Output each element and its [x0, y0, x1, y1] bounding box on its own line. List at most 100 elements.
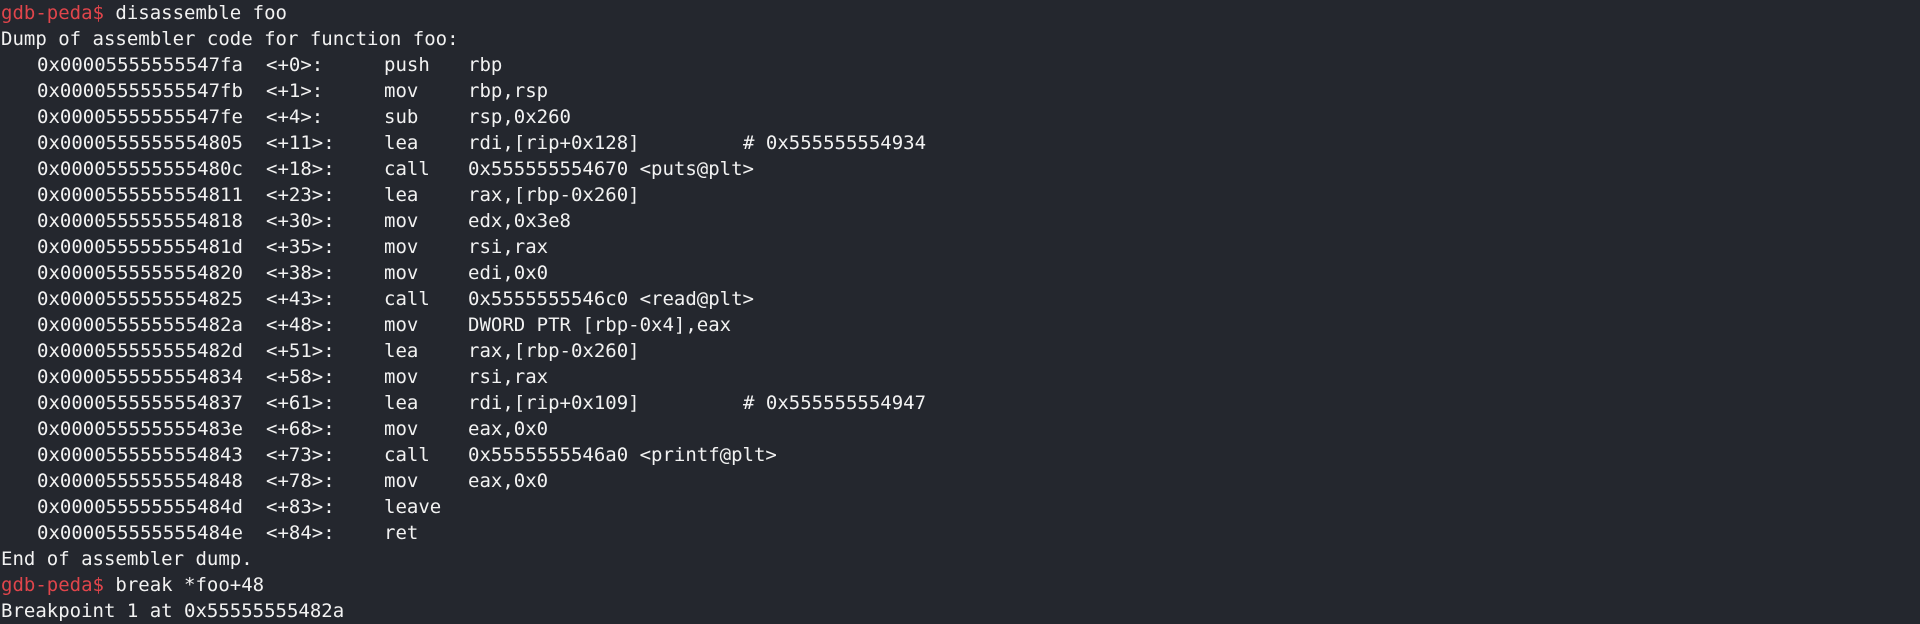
terminal-window[interactable]: gdb-peda$ disassemble foo Dump of assemb…	[0, 0, 1920, 624]
asm-instruction-row: 0x000055555555481d <+35>: mov rsi,rax	[0, 234, 1920, 260]
instruction-address: 0x0000555555554820	[37, 262, 243, 284]
asm-instruction-row: 0x00005555555547fa <+0>: push rbp	[0, 52, 1920, 78]
asm-instruction-row: 0x000055555555482d <+51>: lea rax,[rbp-0x26…	[0, 338, 1920, 364]
instruction-address: 0x000055555555484e	[37, 522, 243, 544]
prompt-line: gdb-peda$ disassemble foo	[0, 0, 1920, 26]
instruction-offset: <+84>:	[266, 522, 335, 544]
asm-instruction-row: 0x0000555555554825 <+43>: call 0x5555555546…	[0, 286, 1920, 312]
instruction-address: 0x0000555555554811	[37, 184, 243, 206]
asm-instruction-row: 0x0000555555554818 <+30>: mov edx,0x3e8	[0, 208, 1920, 234]
instruction-offset: <+18>:	[266, 158, 335, 180]
instruction-mnemonic: mov	[384, 210, 419, 232]
instruction-operands: 0x5555555546a0 <printf@plt>	[468, 444, 777, 466]
command-text: break *foo+48	[115, 574, 265, 596]
instruction-mnemonic: mov	[384, 470, 419, 492]
instruction-address: 0x0000555555554848	[37, 470, 243, 492]
instruction-offset: <+0>:	[266, 54, 324, 76]
asm-instruction-row: 0x000055555555482a <+48>: mov DWORD PTR [rb…	[0, 312, 1920, 338]
instruction-operands: eax,0x0	[468, 470, 549, 492]
instruction-address: 0x000055555555480c	[37, 158, 243, 180]
command-text: disassemble foo	[115, 2, 287, 24]
instruction-offset: <+23>:	[266, 184, 335, 206]
instruction-mnemonic: lea	[384, 340, 419, 362]
instruction-address: 0x000055555555481d	[37, 236, 243, 258]
instruction-address: 0x000055555555482d	[37, 340, 243, 362]
instruction-operands: rbp	[468, 54, 503, 76]
instruction-offset: <+30>:	[266, 210, 335, 232]
instruction-operands: rsi,rax	[468, 366, 549, 388]
instruction-offset: <+68>:	[266, 418, 335, 440]
instruction-operands: 0x555555554670 <puts@plt>	[468, 158, 754, 180]
instruction-operands: rdi,[rip+0x128]	[468, 132, 640, 154]
asm-instruction-row: 0x0000555555554843 <+73>: call 0x5555555546…	[0, 442, 1920, 468]
asm-instruction-row: 0x0000555555554837 <+61>: lea rdi,[rip+0x10…	[0, 390, 1920, 416]
asm-instruction-row: 0x0000555555554805 <+11>: lea rdi,[rip+0x12…	[0, 130, 1920, 156]
instruction-mnemonic: call	[384, 444, 430, 466]
instruction-mnemonic: sub	[384, 106, 419, 128]
instruction-offset: <+1>:	[266, 80, 324, 102]
instruction-address: 0x00005555555547fe	[37, 106, 243, 128]
instruction-mnemonic: leave	[384, 496, 442, 518]
instruction-mnemonic: call	[384, 288, 430, 310]
instruction-operands: edx,0x3e8	[468, 210, 571, 232]
instruction-offset: <+35>:	[266, 236, 335, 258]
instruction-offset: <+61>:	[266, 392, 335, 414]
instruction-operands: rdi,[rip+0x109]	[468, 392, 640, 414]
instruction-address: 0x000055555555482a	[37, 314, 243, 336]
instruction-offset: <+38>:	[266, 262, 335, 284]
instruction-mnemonic: mov	[384, 80, 419, 102]
instruction-operands: rbp,rsp	[468, 80, 549, 102]
dump-footer: End of assembler dump.	[1, 548, 253, 570]
instruction-address: 0x000055555555484d	[37, 496, 243, 518]
instruction-operands: edi,0x0	[468, 262, 549, 284]
instruction-operands: rsi,rax	[468, 236, 549, 258]
instruction-operands: 0x5555555546c0 <read@plt>	[468, 288, 754, 310]
instruction-address: 0x0000555555554834	[37, 366, 243, 388]
instruction-mnemonic: ret	[384, 522, 419, 544]
asm-instruction-row: 0x000055555555483e <+68>: mov eax,0x0	[0, 416, 1920, 442]
instruction-mnemonic: lea	[384, 392, 419, 414]
instruction-address: 0x0000555555554825	[37, 288, 243, 310]
instruction-address: 0x00005555555547fa	[37, 54, 243, 76]
instruction-address: 0x0000555555554843	[37, 444, 243, 466]
gdb-prompt: gdb-peda$	[1, 2, 104, 24]
instruction-mnemonic: lea	[384, 184, 419, 206]
prompt-line: gdb-peda$ break *foo+48	[0, 572, 1920, 598]
instruction-address: 0x0000555555554837	[37, 392, 243, 414]
asm-instruction-row: 0x0000555555554811 <+23>: lea rax,[rbp-0x26…	[0, 182, 1920, 208]
instruction-address: 0x0000555555554818	[37, 210, 243, 232]
asm-instruction-row: 0x0000555555554820 <+38>: mov edi,0x0	[0, 260, 1920, 286]
instruction-mnemonic: mov	[384, 366, 419, 388]
instruction-mnemonic: mov	[384, 314, 419, 336]
asm-instruction-row: 0x00005555555547fe <+4>: sub rsp,0x260	[0, 104, 1920, 130]
instruction-mnemonic: call	[384, 158, 430, 180]
asm-instruction-row: 0x0000555555554848 <+78>: mov eax,0x0	[0, 468, 1920, 494]
instruction-mnemonic: mov	[384, 262, 419, 284]
gdb-prompt: gdb-peda$	[1, 574, 104, 596]
disassembly-listing: 0x00005555555547fa <+0>: push rbp 0x00005555…	[0, 52, 1920, 546]
dump-header: Dump of assembler code for function foo:	[1, 28, 459, 50]
instruction-address: 0x0000555555554805	[37, 132, 243, 154]
instruction-address: 0x00005555555547fb	[37, 80, 243, 102]
instruction-mnemonic: mov	[384, 236, 419, 258]
asm-instruction-row: 0x0000555555554834 <+58>: mov rsi,rax	[0, 364, 1920, 390]
instruction-comment: # 0x555555554934	[743, 132, 927, 154]
instruction-address: 0x000055555555483e	[37, 418, 243, 440]
instruction-operands: rax,[rbp-0x260]	[468, 184, 640, 206]
instruction-offset: <+51>:	[266, 340, 335, 362]
asm-instruction-row: 0x00005555555547fb <+1>: mov rbp,rsp	[0, 78, 1920, 104]
asm-instruction-row: 0x000055555555484e <+84>: ret	[0, 520, 1920, 546]
instruction-operands: rsp,0x260	[468, 106, 571, 128]
instruction-comment: # 0x555555554947	[743, 392, 927, 414]
asm-instruction-row: 0x000055555555484d <+83>: leave	[0, 494, 1920, 520]
instruction-operands: DWORD PTR [rbp-0x4],eax	[468, 314, 732, 336]
asm-instruction-row: 0x000055555555480c <+18>: call 0x5555555546…	[0, 156, 1920, 182]
instruction-offset: <+43>:	[266, 288, 335, 310]
instruction-operands: rax,[rbp-0x260]	[468, 340, 640, 362]
instruction-offset: <+48>:	[266, 314, 335, 336]
instruction-mnemonic: push	[384, 54, 430, 76]
instruction-offset: <+73>:	[266, 444, 335, 466]
instruction-offset: <+78>:	[266, 470, 335, 492]
instruction-offset: <+83>:	[266, 496, 335, 518]
instruction-offset: <+58>:	[266, 366, 335, 388]
